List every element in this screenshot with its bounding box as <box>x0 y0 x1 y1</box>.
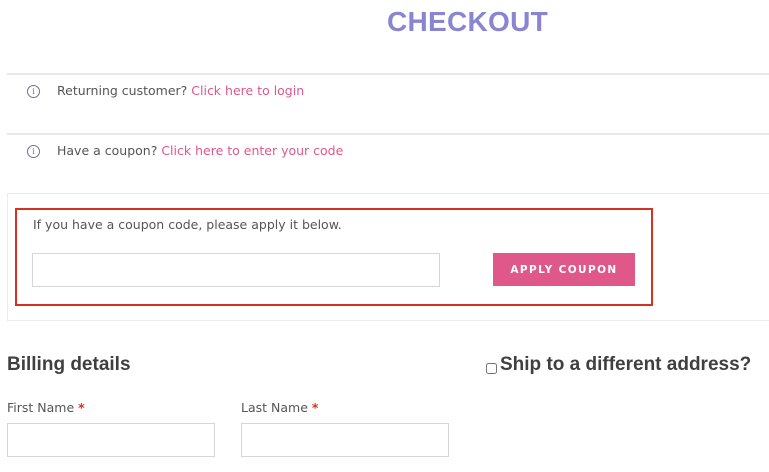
first-name-label-text: First Name <box>7 400 75 415</box>
coupon-hint-text: If you have a coupon code, please apply … <box>33 217 342 232</box>
last-name-label: Last Name * <box>241 400 318 415</box>
returning-customer-label: Returning customer? <box>57 83 188 98</box>
info-circle-icon: i <box>27 145 40 158</box>
ship-to-different-address-label[interactable]: Ship to a different address? <box>500 354 751 376</box>
page-title: CHECKOUT <box>386 6 549 37</box>
login-link[interactable]: Click here to login <box>191 83 304 98</box>
first-name-label: First Name * <box>7 400 85 415</box>
returning-customer-text: Returning customer? Click here to login <box>57 83 304 98</box>
apply-coupon-button[interactable]: APPLY COUPON <box>493 253 635 286</box>
required-marker: * <box>311 400 319 415</box>
billing-details-heading: Billing details <box>7 354 131 375</box>
info-circle-icon: i <box>27 85 40 98</box>
coupon-notice: i Have a coupon? Click here to enter you… <box>7 133 769 187</box>
returning-customer-notice: i Returning customer? Click here to logi… <box>7 73 769 127</box>
last-name-label-text: Last Name <box>241 400 308 415</box>
coupon-notice-label: Have a coupon? <box>57 143 158 158</box>
coupon-notice-text: Have a coupon? Click here to enter your … <box>57 143 343 158</box>
required-marker: * <box>78 400 85 415</box>
enter-coupon-link[interactable]: Click here to enter your code <box>161 143 343 158</box>
last-name-input[interactable] <box>241 423 449 457</box>
ship-to-different-address-checkbox[interactable] <box>486 362 497 374</box>
first-name-input[interactable] <box>7 423 215 457</box>
coupon-code-input[interactable] <box>32 253 440 287</box>
ship-to-different-address: Ship to a different address? <box>486 354 751 376</box>
